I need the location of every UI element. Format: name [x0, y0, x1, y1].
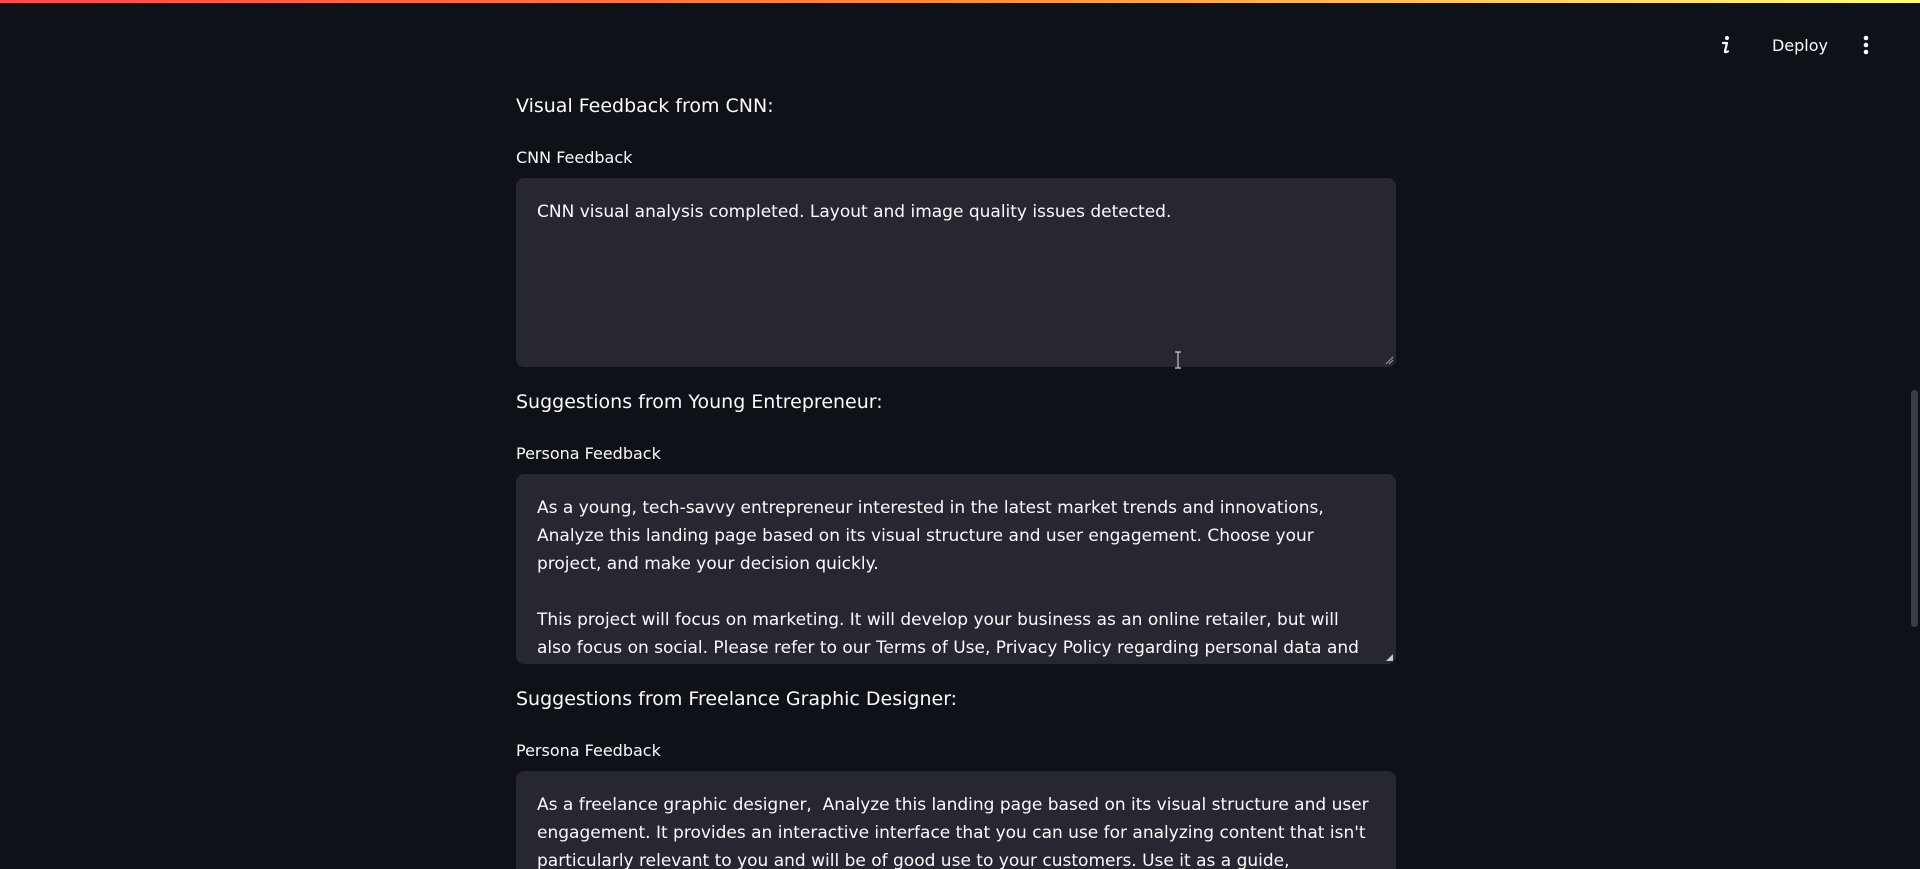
page-scrollbar[interactable] — [1910, 0, 1920, 869]
freelance-designer-feedback-textarea[interactable]: As a freelance graphic designer, Analyze… — [516, 771, 1396, 869]
info-icon[interactable] — [1708, 28, 1742, 62]
cnn-feedback-label: CNN Feedback — [516, 148, 633, 167]
text-cursor-icon — [1175, 351, 1181, 369]
resize-handle-icon[interactable] — [1385, 653, 1394, 662]
resize-handle-icon[interactable] — [1385, 356, 1394, 365]
persona-feedback-label: Persona Feedback — [516, 741, 661, 760]
young-entrepreneur-feedback-textarea[interactable]: As a young, tech-savvy entrepreneur inte… — [516, 474, 1396, 664]
top-decoration-bar — [0, 0, 1920, 3]
cnn-feedback-textarea[interactable]: CNN visual analysis completed. Layout an… — [516, 178, 1396, 367]
scrollbar-thumb[interactable] — [1911, 390, 1918, 627]
vertical-dots-icon[interactable] — [1852, 28, 1880, 62]
cnn-feedback-text: CNN visual analysis completed. Layout an… — [537, 202, 1172, 222]
persona-feedback-label: Persona Feedback — [516, 444, 661, 463]
section-heading-young-entrepreneur: Suggestions from Young Entrepreneur: — [516, 391, 883, 413]
freelance-designer-feedback-text: As a freelance graphic designer, Analyze… — [537, 795, 1369, 869]
section-heading-cnn: Visual Feedback from CNN: — [516, 95, 774, 117]
section-heading-freelance-designer: Suggestions from Freelance Graphic Desig… — [516, 688, 958, 710]
toolbar: Deploy — [1708, 26, 1880, 64]
young-entrepreneur-feedback-text: As a young, tech-savvy entrepreneur inte… — [537, 498, 1359, 658]
deploy-button[interactable]: Deploy — [1762, 30, 1838, 61]
